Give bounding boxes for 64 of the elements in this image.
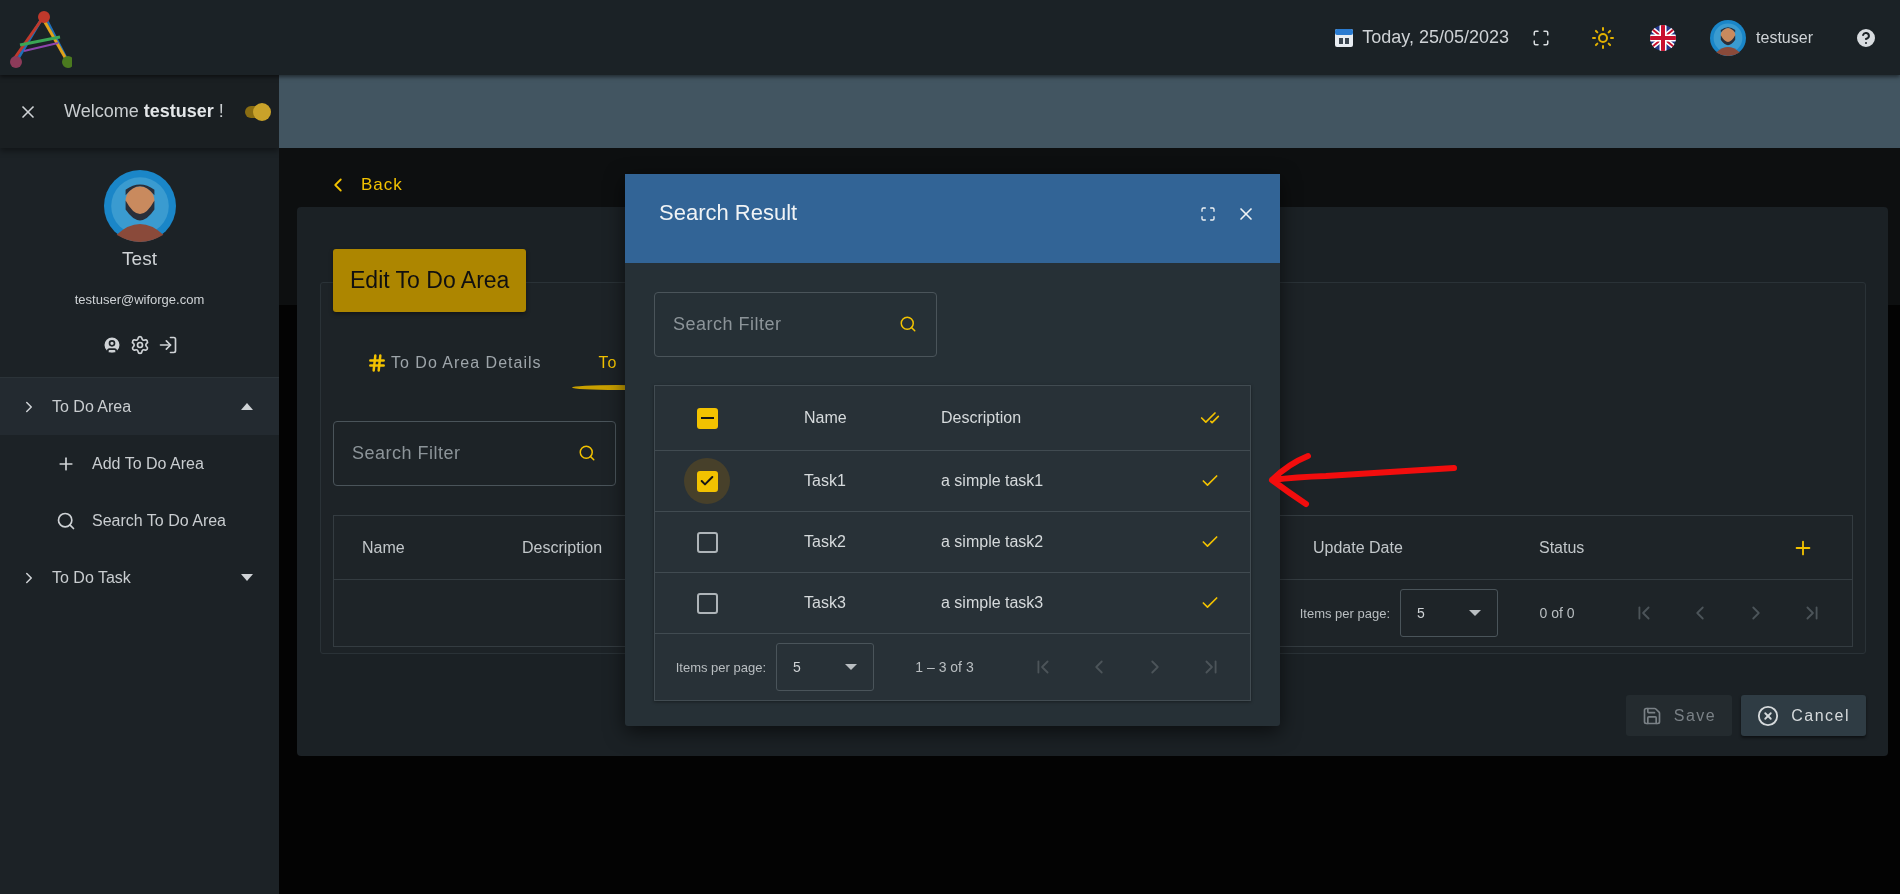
welcome-text: Welcome testuser ! bbox=[64, 101, 225, 122]
column-header: Description bbox=[522, 538, 603, 557]
expand-caret-icon[interactable] bbox=[241, 574, 253, 581]
column-header: Name bbox=[362, 538, 405, 557]
calendar-icon bbox=[1334, 27, 1355, 48]
menu-item[interactable]: To Do Task bbox=[0, 549, 279, 606]
column-header: Update Date bbox=[1313, 538, 1403, 557]
row-checkbox[interactable] bbox=[696, 592, 718, 614]
username[interactable]: testuser bbox=[1756, 28, 1813, 47]
cancel-button[interactable]: Cancel bbox=[1741, 695, 1866, 736]
fullscreen-icon bbox=[1532, 28, 1551, 47]
tab[interactable]: To Do Area Details bbox=[367, 328, 542, 398]
select-all-checkbox[interactable] bbox=[696, 407, 718, 429]
avatar-icon bbox=[103, 170, 176, 242]
table-row[interactable]: Task3 a simple task3 bbox=[655, 573, 1250, 634]
table-cell-text: Task1 bbox=[804, 472, 847, 490]
table-cell-text: a simple task3 bbox=[941, 594, 1045, 612]
settings-icon[interactable] bbox=[129, 335, 150, 355]
fullscreen-button[interactable] bbox=[1532, 28, 1551, 47]
fullscreen-icon bbox=[1200, 206, 1216, 222]
dialog-title: Search Result bbox=[659, 200, 799, 226]
search-icon bbox=[56, 510, 76, 531]
today-date: Today, 25/05/2023 bbox=[1362, 27, 1510, 48]
logout-icon[interactable] bbox=[157, 335, 178, 355]
items-per-page-select[interactable]: 5 bbox=[1400, 589, 1498, 637]
column-header: Description bbox=[941, 409, 1023, 427]
search-field[interactable]: Search Filter bbox=[333, 421, 616, 486]
profile-email: testuser@wiforge.com bbox=[74, 292, 205, 307]
search-icon bbox=[578, 444, 596, 462]
flag-icon[interactable] bbox=[1650, 24, 1677, 51]
table-cell-text: Task2 bbox=[804, 533, 847, 551]
submenu-item[interactable]: Search To Do Area bbox=[0, 492, 279, 549]
user-icon[interactable] bbox=[101, 335, 122, 355]
hash-icon bbox=[367, 353, 387, 373]
column-header: Name bbox=[804, 409, 848, 427]
items-per-page-select[interactable]: 5 bbox=[776, 643, 874, 691]
table-cell-text: Task3 bbox=[804, 594, 847, 612]
table-cell-text: a simple task2 bbox=[941, 533, 1045, 551]
title-button[interactable]: Edit To Do Area bbox=[333, 249, 527, 312]
table-row[interactable]: Task2 a simple task2 bbox=[655, 512, 1250, 573]
table-cell-text: a simple task1 bbox=[941, 472, 1045, 490]
collapse-caret-icon[interactable] bbox=[241, 403, 253, 410]
search-icon bbox=[899, 315, 917, 333]
row-checkbox[interactable] bbox=[696, 531, 718, 553]
menu-item[interactable]: To Do Area bbox=[0, 378, 279, 435]
page-range: 1 – 3 of 3 bbox=[914, 659, 975, 675]
items-per-page-label: Items per page: bbox=[1299, 605, 1390, 621]
back-link[interactable]: Back bbox=[327, 174, 403, 196]
tab[interactable]: To bbox=[598, 328, 618, 398]
row-checkbox[interactable] bbox=[696, 470, 718, 492]
dropdown-caret-icon bbox=[1469, 610, 1481, 616]
profile-name: Test bbox=[122, 248, 157, 270]
column-header: Status bbox=[1539, 538, 1585, 557]
submenu-item[interactable]: Add To Do Area bbox=[0, 435, 279, 492]
avatar-icon bbox=[1710, 19, 1747, 56]
table-row[interactable]: Task1 a simple task1 bbox=[655, 451, 1250, 512]
sun-icon bbox=[1591, 25, 1616, 50]
theme-button[interactable] bbox=[1591, 25, 1616, 50]
page-range: 0 of 0 bbox=[1538, 605, 1576, 621]
save-icon bbox=[1641, 705, 1662, 726]
dropdown-caret-icon bbox=[845, 664, 857, 670]
close-icon bbox=[1757, 704, 1780, 727]
search-field[interactable]: Search Filter bbox=[654, 292, 937, 357]
items-per-page-label: Items per page: bbox=[675, 659, 766, 675]
